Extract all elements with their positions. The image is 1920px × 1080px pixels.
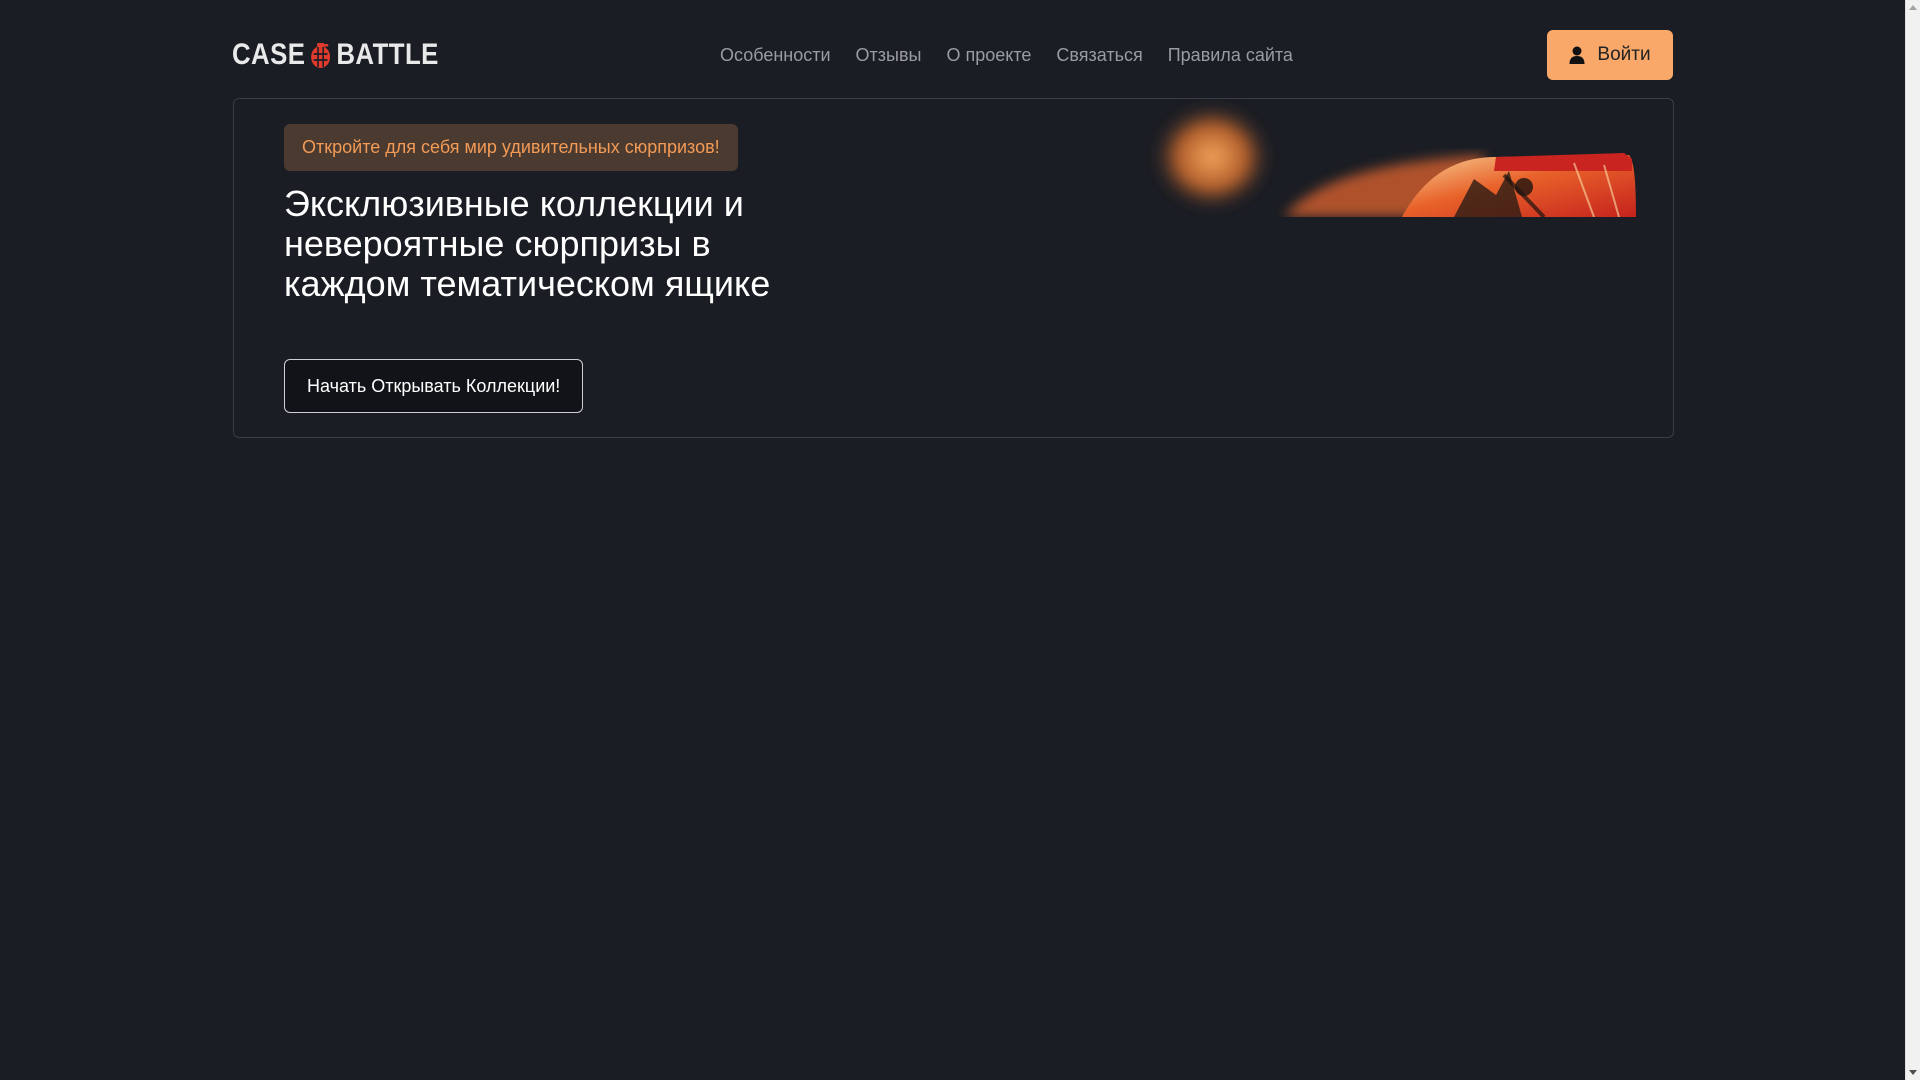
hero-case-image xyxy=(1150,101,1636,217)
nav-link-contact[interactable]: Связаться xyxy=(1044,45,1155,66)
nav-link-features[interactable]: Особенности xyxy=(720,45,843,66)
user-icon xyxy=(1569,46,1585,64)
nav-link-about[interactable]: О проекте xyxy=(934,45,1044,66)
login-button-label: Войти xyxy=(1597,44,1651,65)
grenade-icon xyxy=(311,43,331,68)
hero-card: Откройте для себя мир удивительных сюрпр… xyxy=(233,98,1674,438)
page: CASE BATTLE Особенности Отзывы О проекте… xyxy=(0,0,1920,1080)
site-header: CASE BATTLE Особенности Отзывы О проекте… xyxy=(232,30,1673,80)
scroll-up-icon[interactable] xyxy=(1909,5,1917,10)
logo-text-battle: BATTLE xyxy=(336,38,439,71)
hero-badge: Откройте для себя мир удивительных сюрпр… xyxy=(284,124,738,171)
scroll-down-icon[interactable] xyxy=(1909,1070,1917,1075)
hero-title: Эксклюзивные коллекции и невероятные сюр… xyxy=(284,183,771,304)
nav-link-reviews[interactable]: Отзывы xyxy=(843,45,934,66)
nav-link-rules[interactable]: Правила сайта xyxy=(1155,45,1305,66)
login-button[interactable]: Войти xyxy=(1547,30,1673,80)
logo-text-case: CASE xyxy=(232,38,306,71)
start-opening-button[interactable]: Начать Открывать Коллекции! xyxy=(284,359,584,413)
main-nav: Особенности Отзывы О проекте Связаться П… xyxy=(720,30,1305,80)
logo[interactable]: CASE BATTLE xyxy=(232,38,439,72)
page-scrollbar[interactable] xyxy=(1905,0,1920,1080)
